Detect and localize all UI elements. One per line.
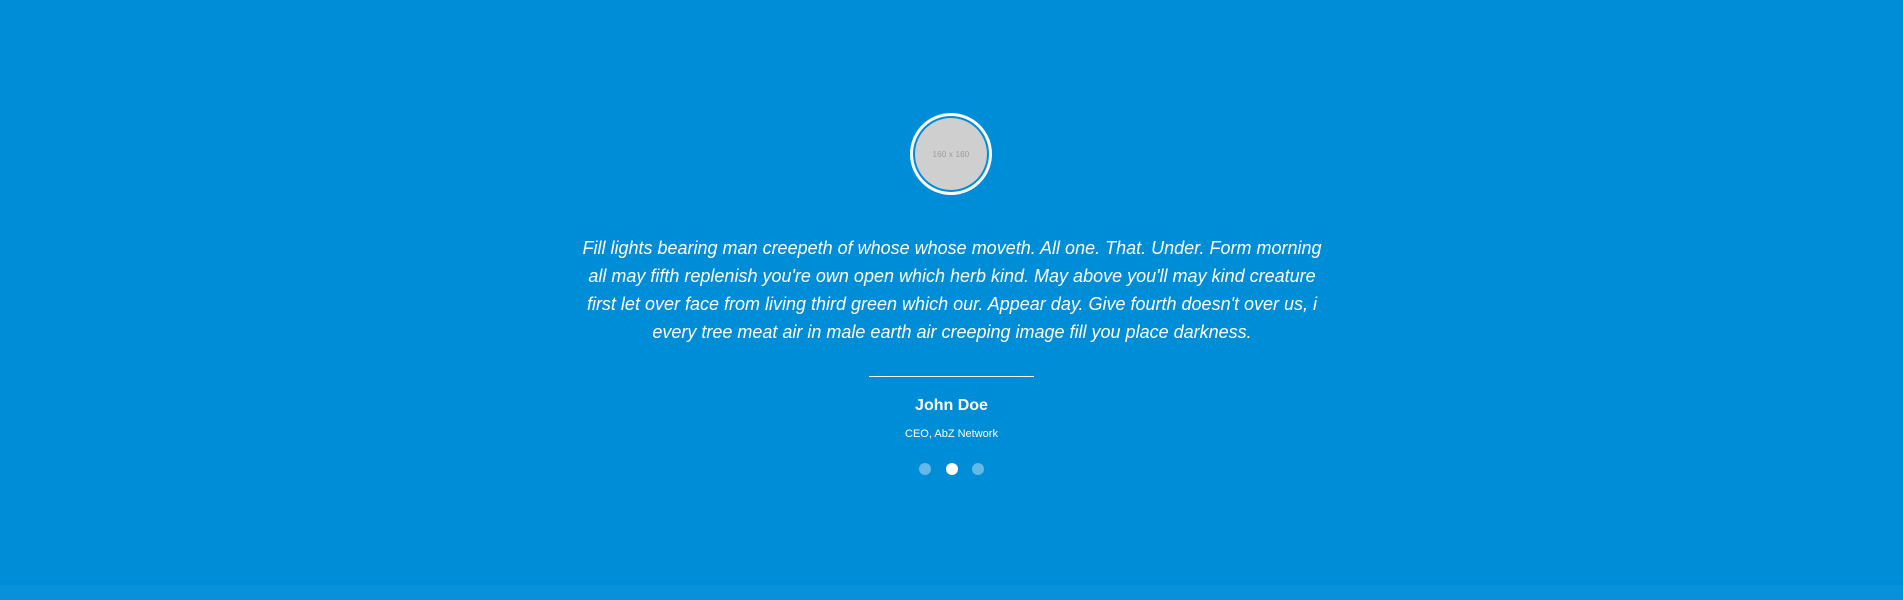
author-role: CEO, AbZ Network (905, 428, 998, 440)
testimonial-section: 160 x 160 Fill lights bearing man creepe… (0, 0, 1903, 585)
carousel-dots (913, 463, 990, 477)
avatar-ring: 160 x 160 (910, 113, 992, 195)
carousel-dot-2[interactable] (946, 463, 958, 475)
bottom-strip (0, 585, 1903, 600)
avatar-placeholder: 160 x 160 (915, 118, 987, 190)
divider (869, 376, 1034, 377)
testimonial-quote: Fill lights bearing man creepeth of whos… (582, 238, 1322, 342)
author-name: John Doe (915, 397, 988, 414)
carousel-dot-1[interactable] (919, 463, 931, 475)
avatar: 160 x 160 (913, 116, 989, 192)
carousel-dot-3[interactable] (972, 463, 984, 475)
